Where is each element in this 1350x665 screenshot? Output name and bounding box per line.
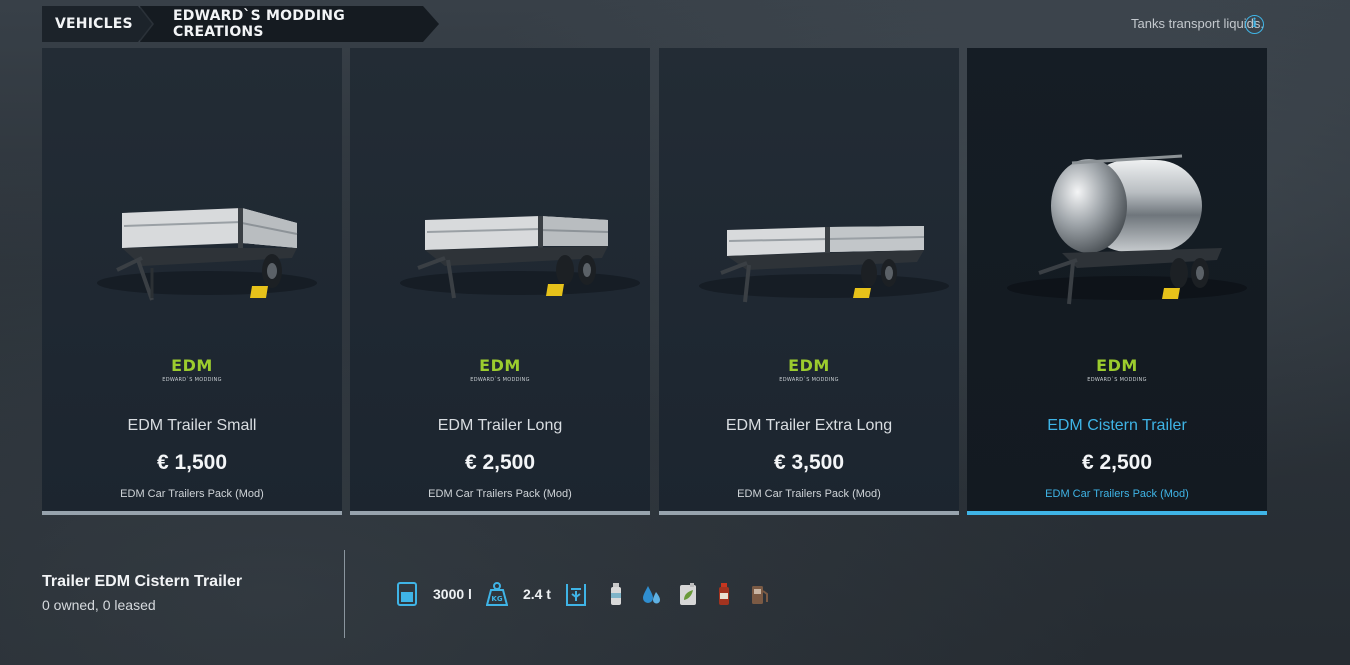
fuel-icon: [751, 586, 768, 604]
brand-logo: EDM EDWARD`S MODDING: [659, 356, 959, 383]
flatbed-trailer-long-image: [400, 216, 640, 299]
card-price: € 3,500: [773, 451, 845, 474]
cistern-trailer-image: [1007, 154, 1247, 305]
card-mod-source: EDM Car Trailers Pack (Mod): [1045, 488, 1189, 500]
card-mod-source: EDM Car Trailers Pack (Mod): [120, 488, 264, 500]
brand-subtitle: EDWARD`S MODDING: [162, 377, 222, 383]
capacity-icon: [397, 582, 417, 606]
brand-name: EDM: [788, 356, 830, 375]
brand-name: EDM: [1096, 356, 1138, 375]
divider: [344, 550, 345, 638]
card-selection-bar: [967, 511, 1267, 515]
brand-name: EDM: [479, 356, 521, 375]
flatbed-trailer-small-image: [97, 208, 317, 301]
card-price: € 1,500: [156, 451, 228, 474]
info-icon[interactable]: i: [1245, 15, 1264, 34]
brand-name: EDM: [171, 356, 213, 375]
brand-subtitle: EDWARD`S MODDING: [470, 377, 530, 383]
brand-subtitle: EDWARD`S MODDING: [1087, 377, 1147, 383]
capacity-value: 3000 l: [433, 586, 472, 602]
vehicle-card-trailer-long[interactable]: EDM EDWARD`S MODDING EDM Trailer Long € …: [350, 48, 650, 515]
card-mod-source: EDM Car Trailers Pack (Mod): [428, 488, 572, 500]
card-title: EDM Trailer Long: [437, 417, 563, 434]
vehicle-attributes: 3000 l KG 2.4 t: [396, 580, 785, 608]
card-price: € 2,500: [464, 451, 536, 474]
brand-logo: EDM EDWARD`S MODDING: [42, 356, 342, 383]
vehicle-card-cistern-trailer[interactable]: EDM EDWARD`S MODDING EDM Cistern Trailer…: [967, 48, 1267, 515]
liquid-fertilizer-icon: [610, 583, 621, 605]
vehicle-card-trailer-small[interactable]: EDM EDWARD`S MODDING EDM Trailer Small €…: [42, 48, 342, 515]
card-price: € 2,500: [1081, 451, 1153, 474]
card-title: EDM Cistern Trailer: [1047, 417, 1187, 434]
fill-type-icon: [565, 584, 586, 606]
brand-logo: EDM EDWARD`S MODDING: [967, 356, 1267, 383]
water-icon: [642, 586, 660, 604]
brand-logo: EDM EDWARD`S MODDING: [350, 356, 650, 383]
card-selection-bar: [42, 511, 342, 515]
flatbed-trailer-extra-long-image: [699, 226, 949, 303]
breadcrumb: VEHICLES EDWARD`S MODDING CREATIONS: [42, 6, 439, 42]
card-selection-bar: [659, 511, 959, 515]
ownership-status: 0 owned, 0 leased: [42, 597, 156, 613]
weight-value: 2.4 t: [522, 586, 551, 602]
weight-icon: KG: [485, 582, 508, 606]
card-mod-source: EDM Car Trailers Pack (Mod): [737, 488, 881, 500]
vehicle-detail-title: Trailer EDM Cistern Trailer: [42, 573, 243, 590]
vehicle-card-trailer-extra-long[interactable]: EDM EDWARD`S MODDING EDM Trailer Extra L…: [659, 48, 959, 515]
card-title: EDM Trailer Extra Long: [725, 417, 893, 434]
svg-text:KG: KG: [491, 595, 502, 603]
card-selection-bar: [350, 511, 650, 515]
brand-subtitle: EDWARD`S MODDING: [779, 377, 839, 383]
milk-bottle-icon: [718, 583, 729, 605]
breadcrumb-vehicles[interactable]: VEHICLES: [42, 6, 152, 42]
herbicide-icon: [679, 583, 696, 605]
card-title: EDM Trailer Small: [127, 417, 257, 434]
breadcrumb-brand[interactable]: EDWARD`S MODDING CREATIONS: [140, 6, 439, 42]
